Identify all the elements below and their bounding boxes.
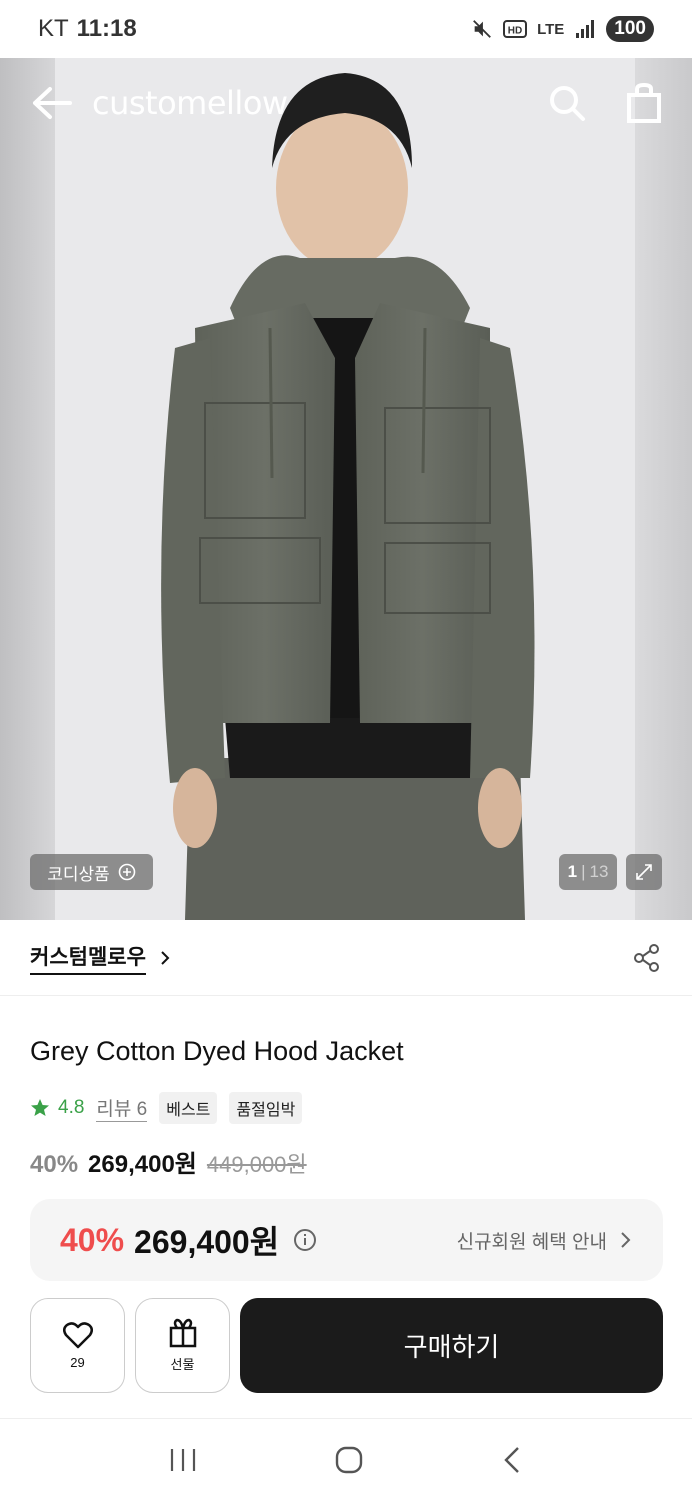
back-icon[interactable] [500, 1445, 524, 1475]
plus-circle-icon [118, 863, 136, 881]
signal-icon [576, 20, 595, 38]
brand-name-link[interactable]: 커스텀멜로우 [30, 941, 146, 975]
member-discount-rate: 40% [60, 1221, 125, 1258]
clock: 11:18 [76, 15, 137, 42]
price-row: 40% 269,400원 449,000원 [30, 1144, 307, 1179]
heart-icon [62, 1322, 93, 1349]
member-price-banner[interactable]: 40% 269,400원 신규회원 혜택 안내 [30, 1199, 663, 1281]
expand-button[interactable] [626, 854, 662, 890]
expand-icon [636, 864, 652, 880]
home-icon[interactable] [334, 1445, 364, 1475]
carrier-label: KT [38, 15, 69, 42]
lte-icon: LTE [537, 20, 565, 38]
gift-label: 선물 [170, 1357, 195, 1372]
product-photo [55, 58, 635, 920]
codi-label: 코디상품 [47, 864, 110, 884]
current-image-index: 1 [567, 862, 578, 881]
chevron-right-icon [621, 1232, 631, 1248]
buy-button[interactable]: 구매하기 [240, 1298, 663, 1393]
search-icon[interactable] [548, 84, 586, 122]
image-counter: 1 | 13 [559, 854, 617, 890]
info-icon[interactable] [293, 1228, 317, 1252]
review-link[interactable]: 리뷰 6 [96, 1094, 148, 1122]
total-image-count: 13 [589, 862, 609, 881]
member-benefit-label: 신규회원 혜택 안내 [456, 1231, 607, 1253]
system-nav-bar [0, 1418, 692, 1500]
codi-products-button[interactable]: 코디상품 [30, 854, 153, 890]
battery-icon: 100 [606, 16, 654, 42]
gift-button[interactable]: 선물 [135, 1298, 230, 1393]
recent-apps-icon[interactable] [168, 1446, 198, 1474]
status-bar: KT 11:18 HD LTE 100 [0, 0, 692, 58]
app-logo[interactable]: customellow [92, 84, 288, 122]
product-title: Grey Cotton Dyed Hood Jacket [30, 1036, 404, 1066]
svg-text:HD: HD [508, 26, 522, 37]
like-button[interactable]: 29 [30, 1298, 125, 1393]
original-price: 449,000원 [206, 1152, 307, 1177]
hd-icon: HD [503, 20, 528, 38]
like-count: 29 [70, 1355, 85, 1370]
star-icon [31, 1099, 49, 1116]
gift-icon [169, 1318, 196, 1348]
shopping-bag-icon[interactable] [626, 83, 662, 123]
rating-row: 4.8 리뷰 6 베스트 품절임박 [30, 1092, 303, 1124]
badge-low-stock: 품절임박 [229, 1092, 303, 1124]
counter-divider: | [581, 862, 586, 881]
member-benefit-link[interactable]: 신규회원 혜택 안내 [457, 1227, 633, 1254]
brand-row: 커스텀멜로우 [0, 920, 692, 996]
sale-price: 269,400원 [88, 1151, 197, 1178]
discount-rate: 40% [30, 1151, 79, 1178]
back-arrow-icon[interactable] [30, 85, 72, 121]
product-image-gallery[interactable]: customellow 코디상품 1 | 13 [0, 58, 692, 920]
mute-icon [473, 20, 491, 38]
member-price: 269,400원 [134, 1224, 280, 1260]
hero-header: customellow [0, 58, 692, 148]
badge-best: 베스트 [159, 1092, 218, 1124]
rating-value: 4.8 [58, 1097, 85, 1118]
chevron-right-icon[interactable] [156, 949, 174, 967]
share-icon[interactable] [632, 943, 662, 973]
